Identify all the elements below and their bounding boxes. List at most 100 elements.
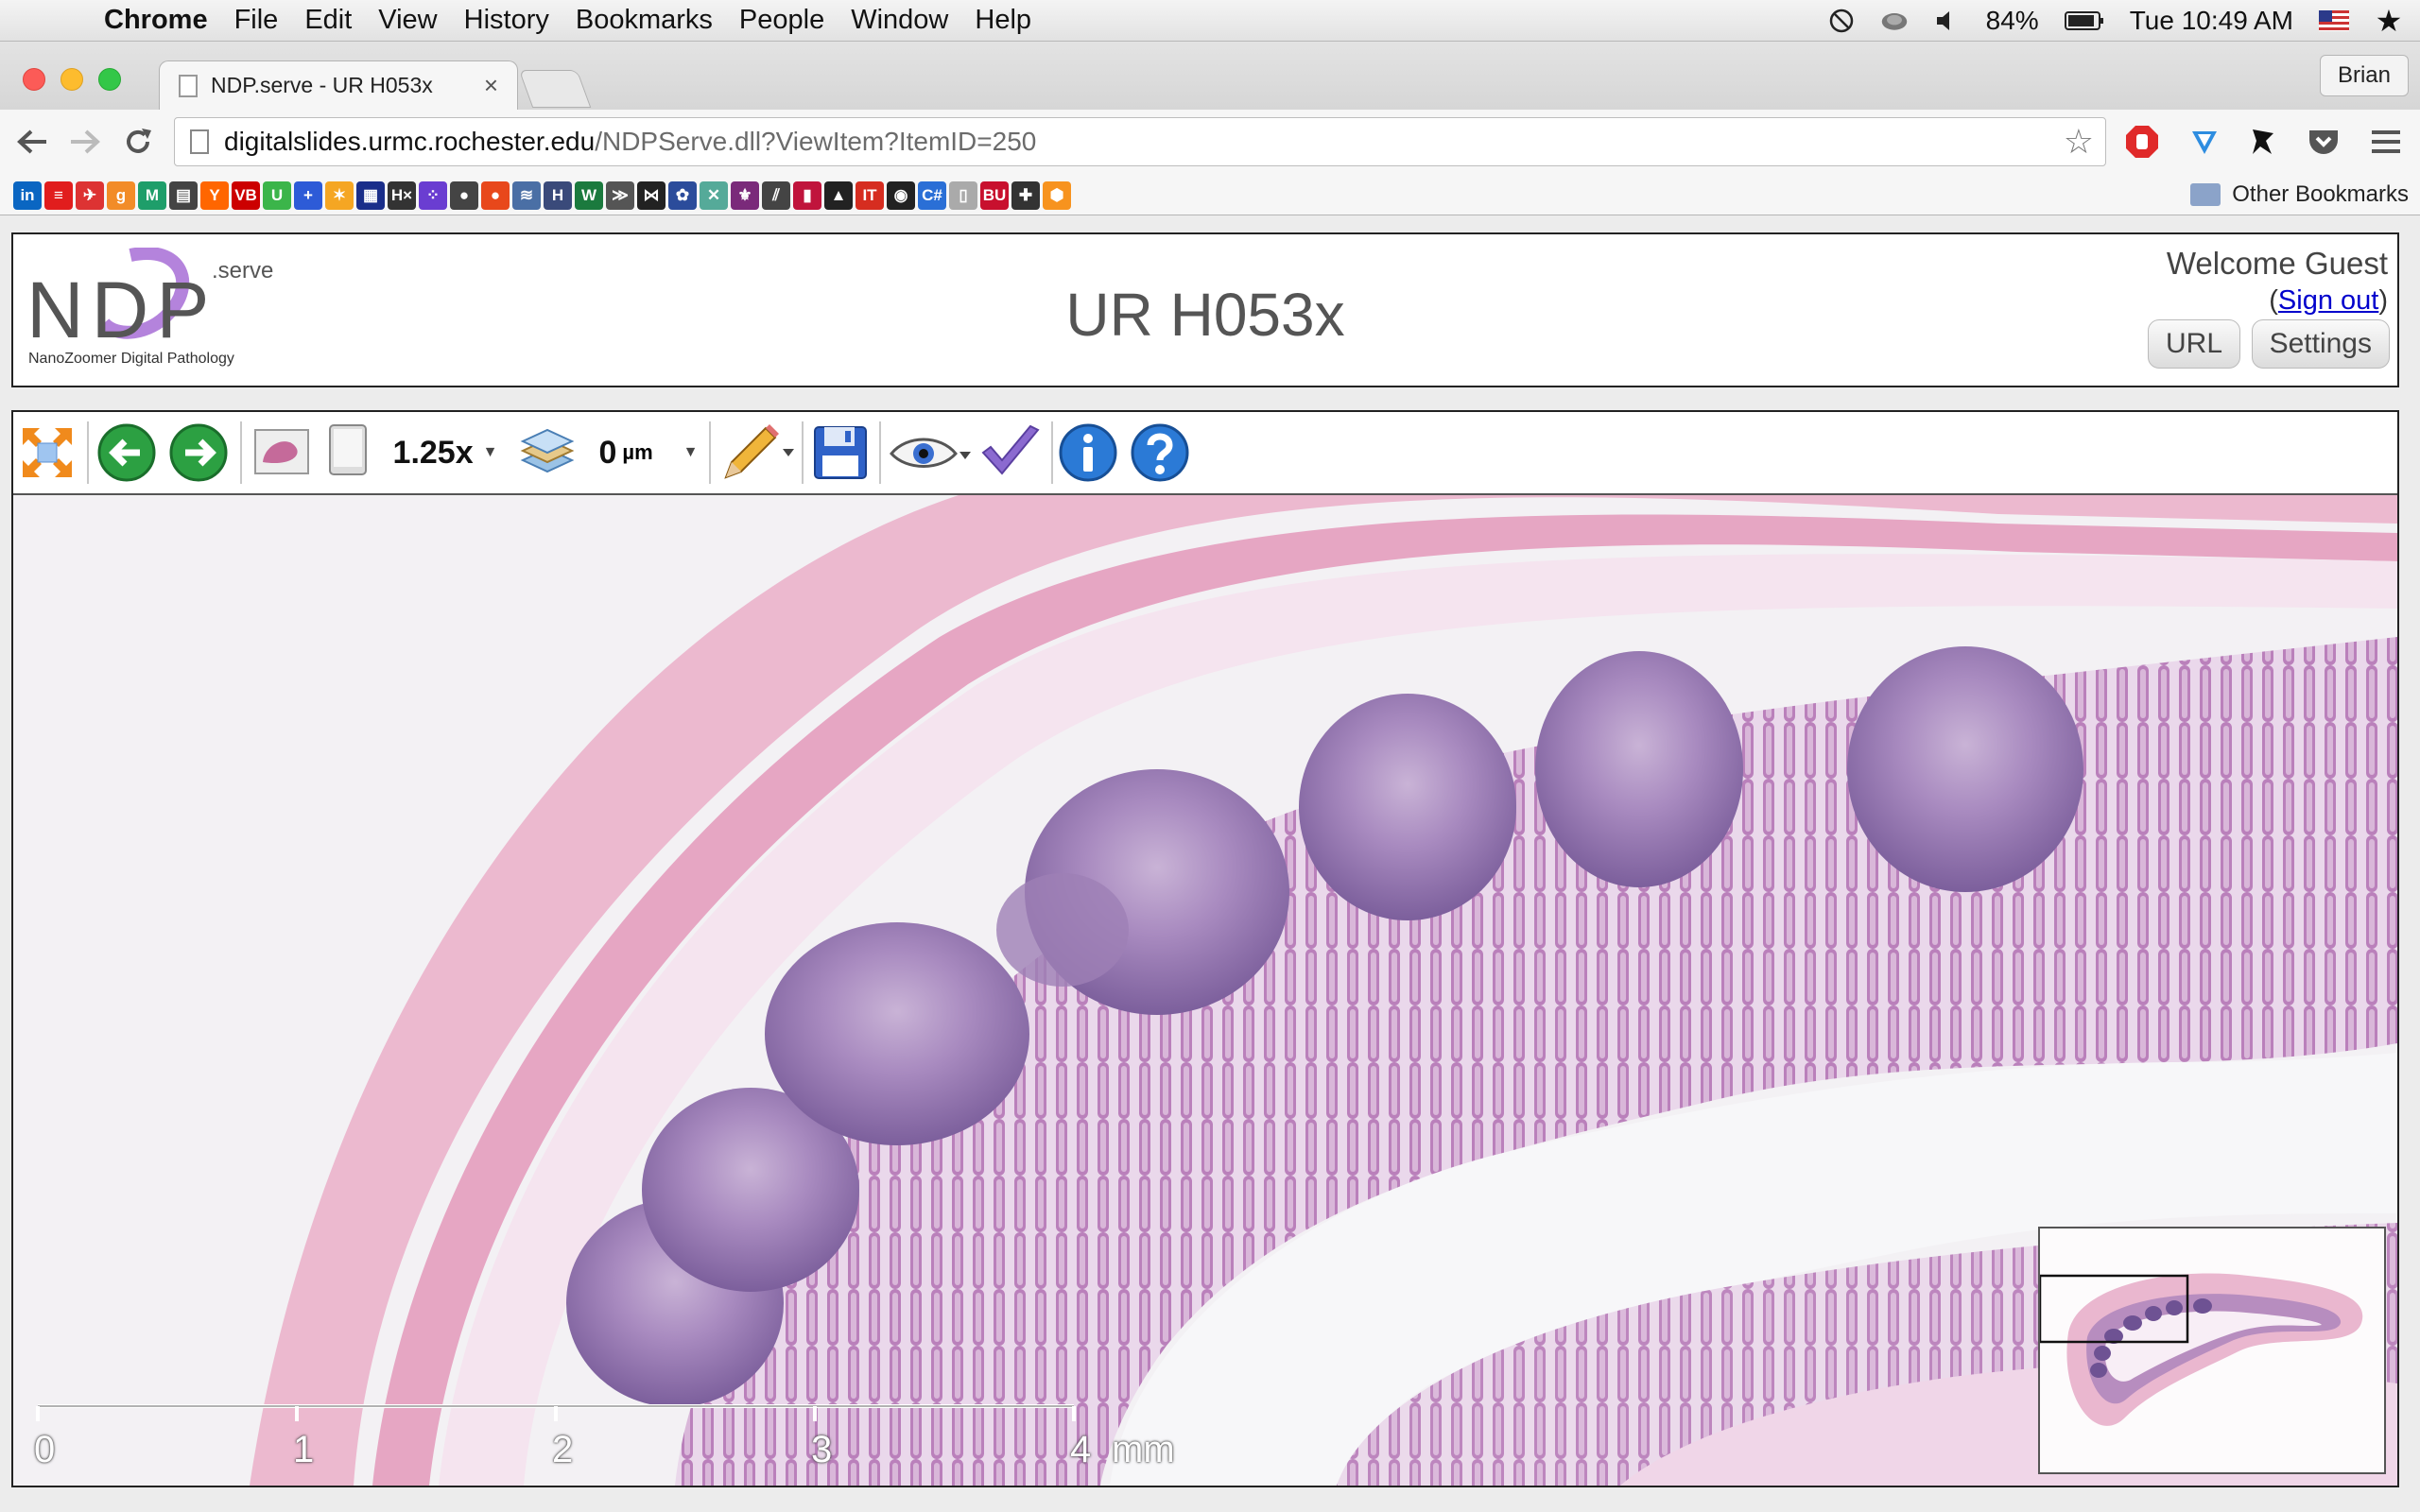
bookmark-favicon-icon[interactable]: ● <box>450 181 478 210</box>
bookmark-favicon-icon[interactable]: ≡ <box>44 181 73 210</box>
menu-window[interactable]: Window <box>851 5 948 36</box>
toolbar-separator <box>240 421 242 484</box>
fit-to-screen-icon[interactable] <box>19 421 76 484</box>
signout-line: (Sign out) <box>2269 285 2388 317</box>
toolbar-separator <box>879 421 881 484</box>
bookmark-favicon-icon[interactable]: ▦ <box>356 181 385 210</box>
zoom-selector[interactable]: 1.25x ▼ <box>386 421 505 484</box>
annotation-pencil-icon[interactable] <box>717 421 798 484</box>
bookmark-favicon-icon[interactable]: ✿ <box>668 181 697 210</box>
info-icon[interactable] <box>1057 421 1119 484</box>
notification-star-icon[interactable]: ★ <box>2375 4 2403 38</box>
bookmark-favicon-icon[interactable]: ⚜ <box>731 181 759 210</box>
other-bookmarks-label: Other Bookmarks <box>2232 181 2409 207</box>
menu-history[interactable]: History <box>464 5 549 36</box>
slide-overview-icon[interactable] <box>250 421 316 484</box>
bookmark-favicon-icon[interactable]: ▲ <box>824 181 853 210</box>
checkmark-icon[interactable] <box>977 421 1044 484</box>
us-flag-icon[interactable] <box>2318 7 2350 35</box>
focus-layers-icon[interactable] <box>514 421 580 484</box>
scale-label: 3 <box>811 1429 833 1470</box>
vimeo-extension-icon[interactable] <box>2186 123 2223 161</box>
sign-out-link[interactable]: Sign out <box>2278 285 2378 316</box>
slide-label-icon[interactable] <box>320 421 376 484</box>
clock[interactable]: Tue 10:49 AM <box>2130 6 2293 36</box>
bookmark-favicon-icon[interactable]: H <box>544 181 572 210</box>
scale-unit: mm <box>1112 1429 1175 1470</box>
volume-icon[interactable] <box>1933 7 1962 35</box>
menu-app-name[interactable]: Chrome <box>104 5 208 36</box>
chrome-menu-icon[interactable] <box>2367 123 2405 161</box>
bookmark-favicon-icon[interactable]: W <box>575 181 603 210</box>
menu-edit[interactable]: Edit <box>304 5 352 36</box>
bookmark-star-icon[interactable]: ☆ <box>2064 122 2094 162</box>
bookmark-favicon-icon[interactable]: ● <box>481 181 510 210</box>
chevron-down-icon: ▼ <box>482 444 498 460</box>
bookmark-favicon-icon[interactable]: BU <box>980 181 1009 210</box>
ninja-extension-icon[interactable] <box>2244 123 2282 161</box>
view-options-eye-icon[interactable] <box>887 421 974 484</box>
url-button[interactable]: URL <box>2147 319 2240 369</box>
window-close-button[interactable] <box>23 68 45 91</box>
bookmark-favicon-icon[interactable]: ▤ <box>169 181 198 210</box>
cloud-app-icon[interactable] <box>1880 7 1909 35</box>
save-icon[interactable] <box>809 421 872 484</box>
bookmark-favicon-icon[interactable]: + <box>294 181 322 210</box>
bookmark-favicon-icon[interactable]: ≫ <box>606 181 634 210</box>
address-bar[interactable]: digitalslides.urmc.rochester.edu/NDPServ… <box>174 117 2106 166</box>
bookmark-favicon-icon[interactable]: M <box>138 181 166 210</box>
profile-button[interactable]: Brian <box>2319 55 2409 96</box>
tab-active[interactable]: NDP.serve - UR H053x × <box>159 60 518 110</box>
bookmark-favicon-icon[interactable]: ▮ <box>793 181 821 210</box>
adblock-extension-icon[interactable] <box>2123 123 2161 161</box>
bookmark-favicon-icon[interactable]: ⫽ <box>762 181 790 210</box>
bookmark-favicon-icon[interactable]: ▯ <box>949 181 977 210</box>
bookmark-favicon-icon[interactable]: in <box>13 181 42 210</box>
menu-view[interactable]: View <box>378 5 437 36</box>
focus-selector[interactable]: 0 µm ▼ <box>592 421 705 484</box>
menu-file[interactable]: File <box>234 5 279 36</box>
new-tab-button[interactable] <box>518 70 592 108</box>
bookmark-favicon-icon[interactable]: ✈ <box>76 181 104 210</box>
menu-people[interactable]: People <box>739 5 824 36</box>
bookmark-favicon-icon[interactable]: ◉ <box>887 181 915 210</box>
toolbar-separator <box>802 421 804 484</box>
page-icon <box>190 129 209 154</box>
slide-image-canvas[interactable]: 0 1 2 3 4 mm <box>13 495 2397 1486</box>
back-icon[interactable] <box>13 123 51 161</box>
bookmark-favicon-icon[interactable]: ⋈ <box>637 181 666 210</box>
bookmark-favicon-icon[interactable]: ✚ <box>1011 181 1040 210</box>
bookmark-favicon-icon[interactable]: ≋ <box>512 181 541 210</box>
bookmark-favicon-icon[interactable]: H× <box>388 181 416 210</box>
pocket-extension-icon[interactable] <box>2305 123 2342 161</box>
do-not-disturb-icon[interactable] <box>1827 7 1856 35</box>
bookmark-favicon-icon[interactable]: VB <box>232 181 260 210</box>
battery-icon[interactable] <box>2064 7 2105 35</box>
bookmark-favicon-icon[interactable]: C# <box>918 181 946 210</box>
next-slide-icon[interactable] <box>168 421 229 484</box>
bookmark-favicon-icon[interactable]: ⁘ <box>419 181 447 210</box>
bookmark-favicon-icon[interactable]: ✶ <box>325 181 354 210</box>
bookmarks-bar: in ≡ ✈ g M ▤ Y VB U + ✶ ▦ H× ⁘ ● ● ≋ H W ≫ ⋈ ✿ ✕ ⚜ ⫽ ▮ ▲ IT ◉ C# ▯ BU ✚ ⬢… <box>0 174 2420 215</box>
menu-bookmarks[interactable]: Bookmarks <box>576 5 713 36</box>
bookmark-favicon-icon[interactable]: IT <box>856 181 884 210</box>
ndp-header: NDP .serve NanoZoomer Digital Pathology … <box>11 232 2399 387</box>
other-bookmarks-button[interactable]: Other Bookmarks <box>2190 180 2409 210</box>
window-minimize-button[interactable] <box>60 68 83 91</box>
tab-close-icon[interactable]: × <box>484 71 498 100</box>
overview-thumbnail[interactable] <box>2038 1227 2386 1474</box>
bookmark-favicon-icon[interactable]: Y <box>200 181 229 210</box>
forward-icon[interactable] <box>66 123 104 161</box>
chevron-down-icon: ▼ <box>683 444 699 460</box>
settings-button[interactable]: Settings <box>2251 319 2390 369</box>
bookmark-favicon-icon[interactable]: U <box>263 181 291 210</box>
menu-help[interactable]: Help <box>975 5 1031 36</box>
bookmark-favicon-icon[interactable]: g <box>107 181 135 210</box>
bookmark-favicon-icon[interactable]: ✕ <box>700 181 728 210</box>
reload-icon[interactable] <box>119 123 157 161</box>
bookmark-favicon-icon[interactable]: ⬢ <box>1043 181 1071 210</box>
window-zoom-button[interactable] <box>98 68 121 91</box>
help-icon[interactable] <box>1129 421 1191 484</box>
previous-slide-icon[interactable] <box>96 421 157 484</box>
tab-title: NDP.serve - UR H053x <box>211 73 433 97</box>
